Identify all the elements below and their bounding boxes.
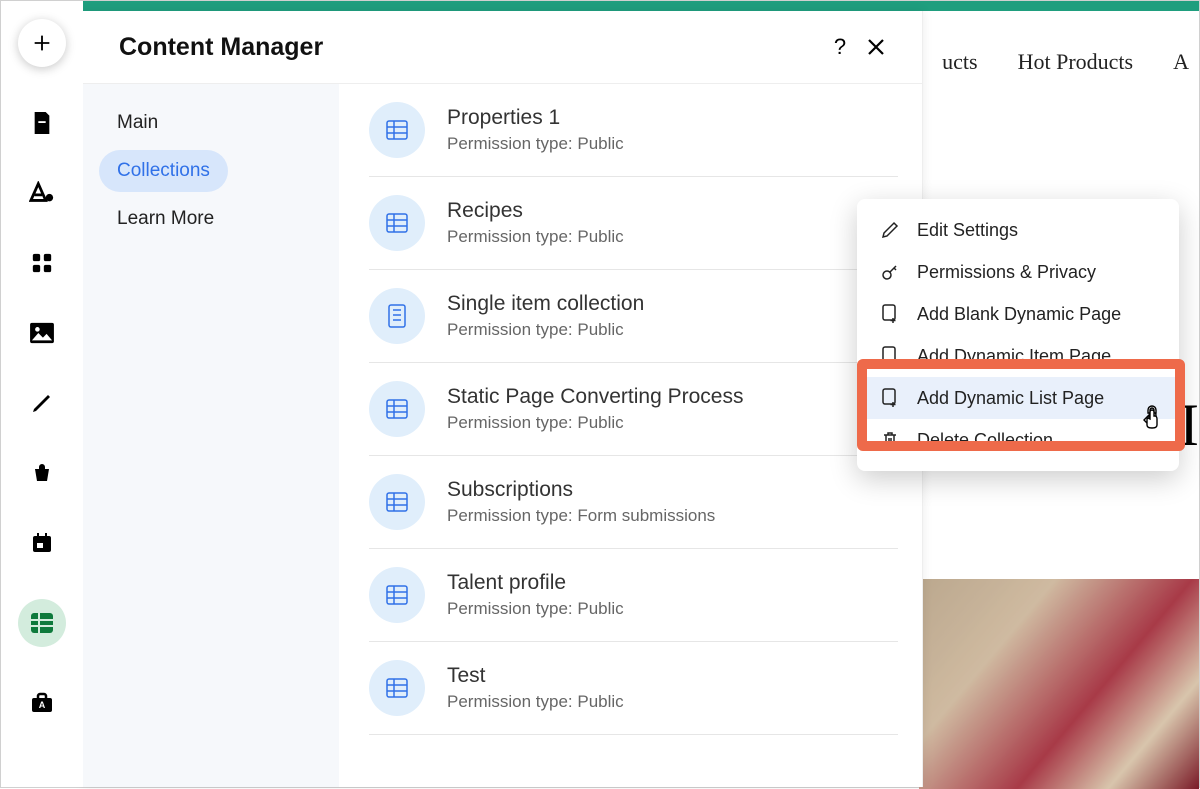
collection-name: Recipes bbox=[447, 199, 624, 223]
ctx-label: Delete Collection bbox=[917, 430, 1053, 451]
trash-icon bbox=[879, 429, 901, 451]
table-icon bbox=[369, 660, 425, 716]
ctx-label: Edit Settings bbox=[917, 220, 1018, 241]
ctx-label: Permissions & Privacy bbox=[917, 262, 1096, 283]
ctx-delete-collection[interactable]: Delete Collection bbox=[857, 419, 1179, 461]
table-icon bbox=[369, 102, 425, 158]
collection-name: Talent profile bbox=[447, 571, 624, 595]
collection-permission: Permission type: Form submissions bbox=[447, 506, 715, 526]
pages-icon[interactable] bbox=[28, 109, 56, 137]
editor-rail: A bbox=[1, 1, 83, 787]
collection-row[interactable]: Subscriptions Permission type: Form subm… bbox=[369, 456, 898, 549]
collection-row[interactable]: Properties 1 Permission type: Public bbox=[369, 84, 898, 177]
help-button[interactable]: ? bbox=[822, 29, 858, 65]
sidebar-item-main[interactable]: Main bbox=[99, 102, 176, 144]
product-image bbox=[919, 579, 1199, 789]
ctx-label: Add Dynamic List Page bbox=[917, 388, 1104, 409]
sidebar-item-learn-more[interactable]: Learn More bbox=[99, 198, 232, 240]
add-button[interactable] bbox=[18, 19, 66, 67]
context-menu: Edit Settings Permissions & Privacy Add … bbox=[857, 199, 1179, 471]
ctx-label: Add Dynamic Item Page bbox=[917, 346, 1111, 367]
ctx-permissions[interactable]: Permissions & Privacy bbox=[857, 251, 1179, 293]
ctx-label: Add Blank Dynamic Page bbox=[917, 304, 1121, 325]
top-bar bbox=[1, 1, 1199, 11]
collection-row[interactable]: Single item collection Permission type: … bbox=[369, 270, 898, 363]
store-icon[interactable] bbox=[28, 459, 56, 487]
ctx-add-list-page[interactable]: Add Dynamic List Page bbox=[857, 377, 1179, 419]
ctx-add-item-page[interactable]: Add Dynamic Item Page bbox=[857, 335, 1179, 377]
theme-icon[interactable] bbox=[28, 179, 56, 207]
nav-item[interactable]: A bbox=[1173, 49, 1189, 75]
collection-name: Properties 1 bbox=[447, 106, 624, 130]
collection-name: Test bbox=[447, 664, 624, 688]
nav-item[interactable]: Hot Products bbox=[1018, 49, 1134, 75]
collection-permission: Permission type: Public bbox=[447, 599, 624, 619]
panel-header: Content Manager ? bbox=[83, 11, 922, 83]
key-icon bbox=[879, 261, 901, 283]
collection-permission: Permission type: Public bbox=[447, 134, 624, 154]
collection-row[interactable]: Recipes Permission type: Public ⋯ bbox=[369, 177, 898, 270]
panel-sidebar: Main Collections Learn More bbox=[83, 84, 339, 787]
collection-permission: Permission type: Public bbox=[447, 227, 624, 247]
table-icon bbox=[369, 195, 425, 251]
bookings-icon[interactable] bbox=[28, 529, 56, 557]
ctx-edit-settings[interactable]: Edit Settings bbox=[857, 209, 1179, 251]
blog-icon[interactable] bbox=[28, 389, 56, 417]
business-icon[interactable]: A bbox=[28, 689, 56, 717]
collection-permission: Permission type: Public bbox=[447, 320, 644, 340]
sidebar-item-collections[interactable]: Collections bbox=[99, 150, 228, 192]
media-icon[interactable] bbox=[28, 319, 56, 347]
hero-letter: I bbox=[1179, 391, 1199, 460]
page-add-icon bbox=[879, 387, 901, 409]
panel-title: Content Manager bbox=[119, 33, 822, 62]
nav-item[interactable]: ucts bbox=[942, 49, 977, 75]
collection-permission: Permission type: Public bbox=[447, 692, 624, 712]
collection-name: Static Page Converting Process bbox=[447, 385, 743, 409]
close-button[interactable] bbox=[858, 29, 894, 65]
collection-row[interactable]: Static Page Converting Process Permissio… bbox=[369, 363, 898, 456]
apps-icon[interactable] bbox=[28, 249, 56, 277]
single-item-icon bbox=[369, 288, 425, 344]
table-icon bbox=[369, 381, 425, 437]
collection-name: Single item collection bbox=[447, 292, 644, 316]
collection-name: Subscriptions bbox=[447, 478, 715, 502]
collection-permission: Permission type: Public bbox=[447, 413, 743, 433]
collection-row[interactable]: Talent profile Permission type: Public bbox=[369, 549, 898, 642]
svg-text:A: A bbox=[39, 700, 46, 710]
collections-list: Properties 1 Permission type: Public Rec… bbox=[339, 84, 922, 787]
collection-row[interactable]: Test Permission type: Public bbox=[369, 642, 898, 735]
table-icon bbox=[369, 474, 425, 530]
content-manager-panel: Content Manager ? Main Collections Learn… bbox=[83, 11, 923, 787]
page-add-icon bbox=[879, 345, 901, 367]
content-manager-icon[interactable] bbox=[18, 599, 66, 647]
ctx-add-blank-page[interactable]: Add Blank Dynamic Page bbox=[857, 293, 1179, 335]
table-icon bbox=[369, 567, 425, 623]
site-nav: ucts Hot Products A bbox=[942, 49, 1189, 75]
pencil-icon bbox=[879, 219, 901, 241]
page-add-icon bbox=[879, 303, 901, 325]
